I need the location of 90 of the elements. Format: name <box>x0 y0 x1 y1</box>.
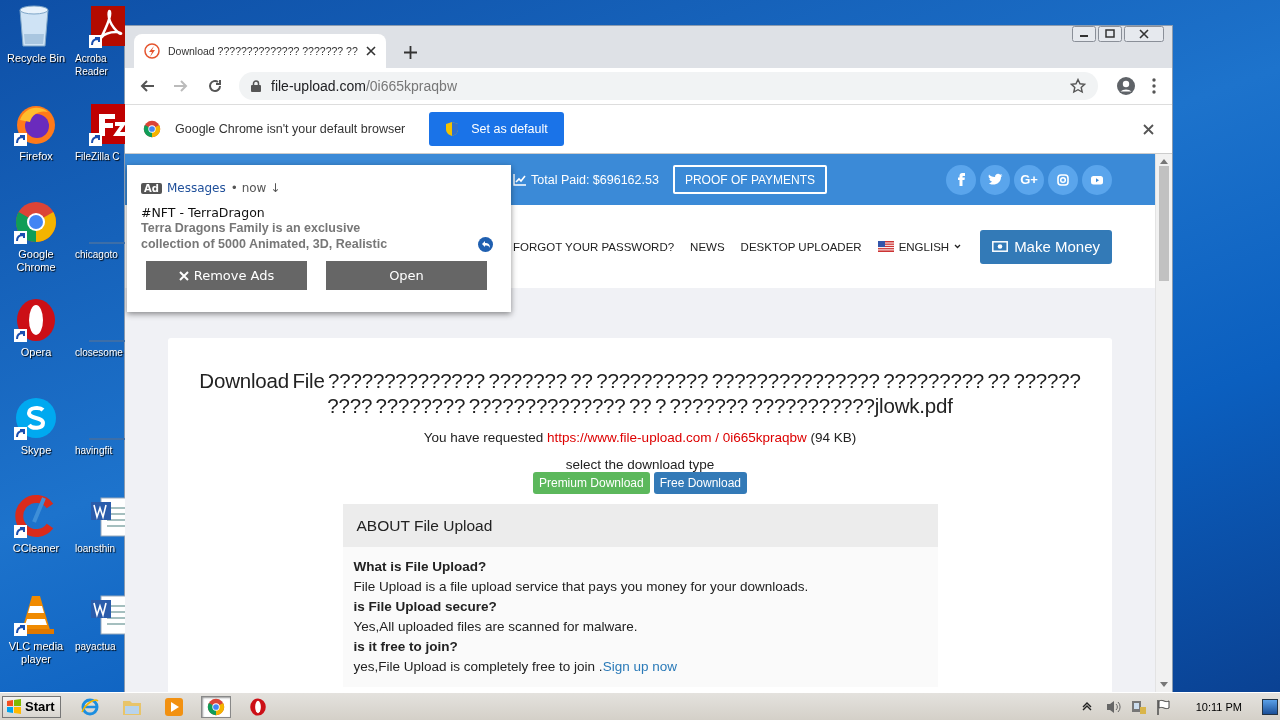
set-default-button[interactable]: Set as default <box>429 112 564 146</box>
faq-question: is it free to join? <box>353 638 459 656</box>
proof-of-payments-button[interactable]: PROOF OF PAYMENTS <box>672 165 828 194</box>
notification-source[interactable]: Messages <box>166 181 226 195</box>
clock[interactable]: 10:11 PM <box>1195 700 1242 713</box>
notification-body: Terra Dragons Family is an exclusive collection of 5000 Animated, 3D, Realistic <box>141 220 389 252</box>
scrollbar[interactable] <box>1155 154 1172 692</box>
money-icon <box>992 241 1009 252</box>
faq-question: is File Upload secure? <box>353 598 498 616</box>
reload-icon <box>207 78 223 94</box>
forward-arrow-icon <box>173 78 189 94</box>
menu-icon[interactable] <box>1152 78 1156 94</box>
lock-icon <box>251 80 261 92</box>
nav-link[interactable]: NEWS <box>690 240 725 253</box>
desktop-icon-label[interactable]: CCleaner <box>12 542 60 555</box>
minimize-icon[interactable] <box>1072 26 1096 42</box>
desktop-icon-label[interactable]: FileZilla C <box>75 150 123 163</box>
ad-badge: Ad <box>141 182 162 194</box>
requested-text: You have requested https://www.file-upload.com / 0i665kpraqbw (94 KB) <box>422 430 858 445</box>
close-tab-icon[interactable] <box>366 46 376 56</box>
start-button[interactable]: Start <box>2 695 61 718</box>
desktop-icon-label[interactable]: Skype <box>20 444 52 457</box>
site-favicon <box>144 43 160 59</box>
opera-icon <box>14 298 58 342</box>
desktop-icon-label[interactable]: loansthin <box>75 542 123 555</box>
notification-time: • now ↓ <box>230 181 281 195</box>
chrome-icon <box>206 697 225 716</box>
browser-tab[interactable]: Download ?????????????? ??????? ?? <box>134 34 386 68</box>
file-link[interactable]: https://www.file-upload.com / 0i665kpraqbw <box>547 430 807 445</box>
open-button[interactable]: Open <box>326 261 487 290</box>
chrome-icon <box>14 200 58 244</box>
windows-logo-icon <box>6 699 22 714</box>
shield-icon <box>445 121 460 137</box>
close-icon <box>178 270 189 281</box>
document-icon <box>89 4 125 48</box>
infobar-message: Google Chrome isn't your default browser <box>175 122 406 136</box>
skype-icon <box>14 396 58 440</box>
nav-link[interactable]: FORGOT YOUR PASSWORD? <box>513 240 675 253</box>
desktop-icon-label[interactable]: Acroba Reader <box>75 52 123 78</box>
twitter-icon[interactable] <box>980 164 1010 195</box>
back-arrow-icon <box>139 78 155 94</box>
file-title: Download File ?????????????? ??????? ?? ?????????? ??????????????? ????????? ?? ?????? ???? ???????? ?????????????? ?? ? ??????? ???????????jlowk.pdf <box>198 368 1082 418</box>
nav-link[interactable]: DESKTOP UPLOADER <box>740 240 862 253</box>
faq-answer: Yes,All uploaded files are scanned for malware. <box>353 618 639 636</box>
facebook-icon[interactable] <box>946 164 976 195</box>
faq-answer: File Upload is a file upload service that pays you money for your downloads. <box>353 578 810 596</box>
maximize-icon[interactable] <box>1098 26 1122 42</box>
desktop-icon-label[interactable]: VLC media player <box>0 640 72 666</box>
profile-icon[interactable] <box>1116 76 1136 96</box>
speaker-icon[interactable] <box>1104 698 1122 715</box>
instagram-icon[interactable] <box>1048 164 1078 195</box>
desktop-icon-label[interactable]: Opera <box>20 346 52 359</box>
scroll-up-icon[interactable] <box>1160 158 1168 164</box>
make-money-button[interactable]: Make Money <box>980 229 1112 264</box>
notification-title: #NFT - TerraDragon <box>141 205 266 220</box>
taskbar-button[interactable] <box>200 695 231 718</box>
youtube-icon[interactable] <box>1082 164 1112 195</box>
desktop-icon-label[interactable]: Firefox <box>19 150 53 163</box>
desktop-icon-label[interactable]: closesome <box>75 346 123 359</box>
desktop-icon-label[interactable]: havingfit <box>75 444 123 457</box>
desktop-icon-label[interactable]: Recycle Bin <box>6 52 66 65</box>
free-download-button[interactable]: Free Download <box>653 472 748 494</box>
caret-icon <box>954 244 962 249</box>
remove-ads-button[interactable]: Remove Ads <box>146 261 307 290</box>
reply-icon[interactable] <box>478 237 493 252</box>
star-icon[interactable] <box>1070 78 1086 94</box>
desktop-icon-label[interactable]: chicagoto <box>75 248 123 261</box>
close-icon[interactable] <box>1143 123 1154 135</box>
scrollbar-thumb[interactable] <box>1159 166 1169 281</box>
faq-question: What is File Upload? <box>353 558 488 576</box>
faq-answer: yes,File Upload is completely free to join .Sign up now <box>353 658 678 676</box>
media-player-icon[interactable] <box>163 696 184 717</box>
language-selector[interactable]: ENGLISH <box>877 240 962 253</box>
flag-icon[interactable] <box>1154 698 1172 715</box>
browser-e-icon[interactable] <box>79 696 100 717</box>
scroll-down-icon[interactable] <box>1160 682 1168 688</box>
chart-icon <box>513 173 526 186</box>
chrome-icon <box>143 120 161 138</box>
close-icon[interactable] <box>1124 26 1164 42</box>
total-paid-text: Total Paid: $696162.53 <box>513 172 659 187</box>
desktop-icon-label[interactable]: payactua <box>75 640 123 653</box>
opera-icon <box>248 697 267 716</box>
desktop-icon-label[interactable]: Google Chrome <box>0 248 72 274</box>
new-tab-icon[interactable] <box>404 46 417 59</box>
about-heading: ABOUT File Upload <box>356 516 493 535</box>
download-type-label: select the download type <box>564 457 716 472</box>
show-desktop-button[interactable] <box>1262 698 1278 715</box>
network-icon[interactable] <box>1129 698 1147 715</box>
flag-icon <box>877 241 894 252</box>
address-bar[interactable]: file-upload.com/0i665kpraqbw <box>239 72 1098 100</box>
